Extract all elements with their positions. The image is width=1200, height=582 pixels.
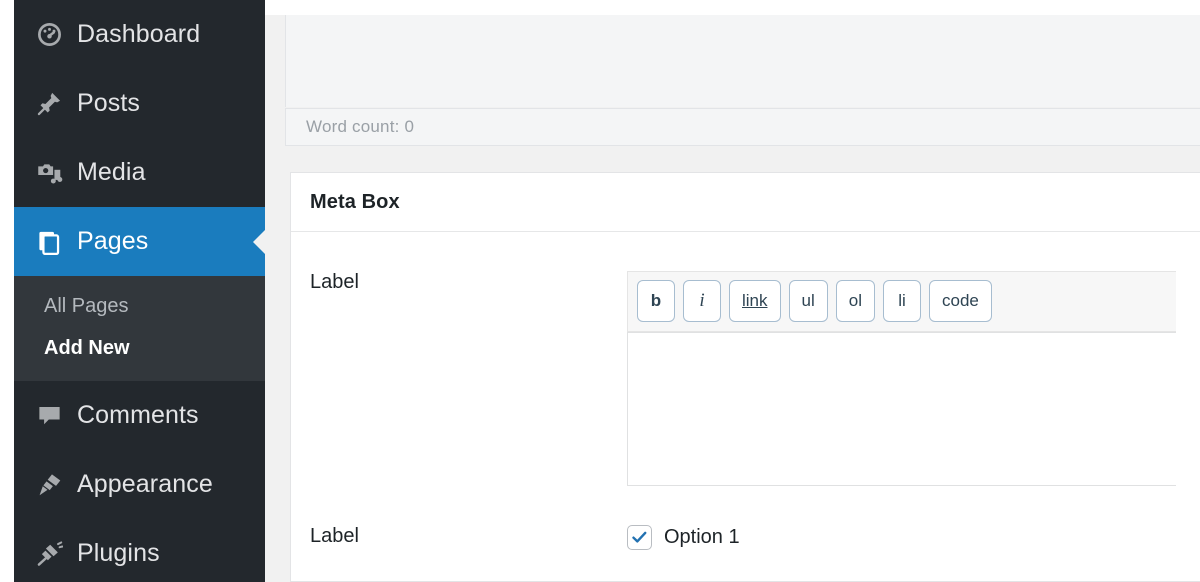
meta-field-label-2: Label xyxy=(310,525,359,547)
sidebar-item-label-dashboard: Dashboard xyxy=(77,20,201,48)
checkmark-icon xyxy=(632,531,647,543)
editor-content-area[interactable] xyxy=(285,15,1200,107)
quicktag-bold-button[interactable]: b xyxy=(637,280,675,322)
meta-field-label-1: Label xyxy=(310,271,359,293)
quicktag-ol-button[interactable]: ol xyxy=(835,280,875,322)
sidebar-item-label-posts: Posts xyxy=(77,89,141,117)
plug-icon xyxy=(32,539,66,569)
sidebar-item-label-appearance: Appearance xyxy=(77,470,213,498)
quicktags-toolbar: b i link ul ol li code xyxy=(627,271,1176,332)
sidebar-item-label-plugins: Plugins xyxy=(77,539,160,567)
meta-box-panel: Meta Box Label b i link ul ol li code La… xyxy=(290,172,1200,582)
paintbrush-icon xyxy=(32,470,66,500)
meta-field-control-2: Option 1 xyxy=(627,525,1200,550)
checkbox-option-1-label: Option 1 xyxy=(664,526,740,548)
sidebar-item-label-media: Media xyxy=(77,158,146,186)
sidebar-item-dashboard[interactable]: Dashboard xyxy=(14,0,265,69)
wordpress-admin-screen: Word count: 0 Meta Box Label b i link ul… xyxy=(0,0,1200,582)
checkbox-option-1-row[interactable]: Option 1 xyxy=(627,525,1200,550)
sidebar-item-posts[interactable]: Posts xyxy=(14,69,265,138)
sidebar-item-label-comments: Comments xyxy=(77,401,199,429)
quicktag-italic-button[interactable]: i xyxy=(683,280,721,322)
sidebar-submenu-pages: All Pages Add New xyxy=(14,276,265,381)
meta-textarea-input[interactable] xyxy=(627,332,1176,486)
quicktag-link-button[interactable]: link xyxy=(729,280,781,322)
media-camera-icon xyxy=(32,158,66,188)
sidebar-subitem-label-add-new: Add New xyxy=(44,337,130,359)
quicktag-li-button[interactable]: li xyxy=(882,280,921,322)
meta-field-row-textarea: Label b i link ul ol li code xyxy=(291,232,1200,486)
word-count-label: Word count: 0 xyxy=(306,117,415,136)
meta-box-header[interactable]: Meta Box xyxy=(291,173,1200,232)
sidebar-subitem-label-all-pages: All Pages xyxy=(44,295,129,317)
dashboard-gauge-icon xyxy=(32,20,66,50)
sidebar-item-media[interactable]: Media xyxy=(14,138,265,207)
current-menu-arrow-icon xyxy=(253,228,266,255)
quicktag-ul-button[interactable]: ul xyxy=(788,280,828,322)
comment-bubble-icon xyxy=(32,401,66,431)
sidebar-subitem-add-new[interactable]: Add New xyxy=(14,327,265,369)
checkbox-option-1[interactable] xyxy=(627,525,652,550)
sidebar-item-comments[interactable]: Comments xyxy=(14,381,265,450)
sidebar-item-pages[interactable]: Pages xyxy=(14,207,266,276)
sidebar-item-label-pages: Pages xyxy=(77,227,149,255)
pushpin-icon xyxy=(32,89,66,119)
editor-top-strip xyxy=(265,0,1200,15)
sidebar-item-appearance[interactable]: Appearance xyxy=(14,450,265,519)
sidebar-item-plugins[interactable]: Plugins xyxy=(14,519,265,582)
meta-field-row-checkbox: Label Option 1 xyxy=(291,486,1200,550)
meta-box-title: Meta Box xyxy=(310,190,400,213)
meta-field-control-1: b i link ul ol li code xyxy=(627,271,1200,486)
sidebar-subitem-all-pages[interactable]: All Pages xyxy=(14,285,265,327)
pages-icon xyxy=(32,227,66,257)
quicktag-code-button[interactable]: code xyxy=(928,280,992,322)
admin-sidebar: Dashboard Posts Media Pages All Pages Ad… xyxy=(14,0,266,582)
main-content-area: Word count: 0 Meta Box Label b i link ul… xyxy=(265,0,1200,582)
word-count-bar: Word count: 0 xyxy=(285,108,1200,146)
